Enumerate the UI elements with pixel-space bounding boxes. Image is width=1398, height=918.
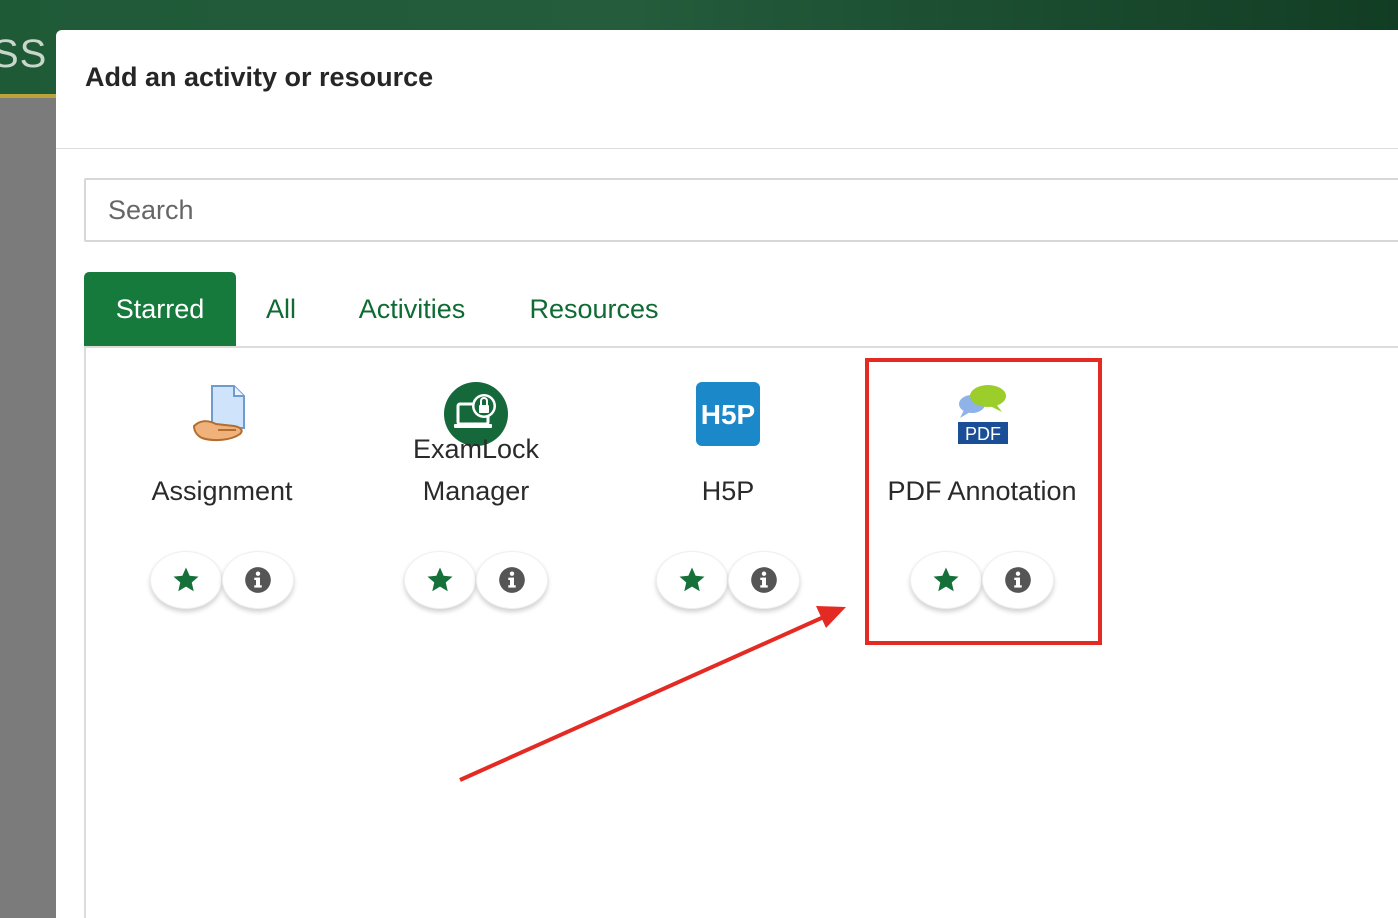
info-icon xyxy=(499,567,525,593)
highlight-box xyxy=(865,358,1102,645)
star-button[interactable] xyxy=(150,551,222,609)
activity-name-line1: ExamLock xyxy=(412,434,540,464)
star-icon xyxy=(679,567,705,592)
info-button[interactable] xyxy=(222,551,294,609)
tab-starred[interactable]: Starred xyxy=(84,272,236,346)
modal-title: Add an activity or resource xyxy=(85,62,434,92)
tab-all[interactable]: All xyxy=(250,272,312,346)
info-icon xyxy=(245,567,271,593)
star-icon xyxy=(173,567,199,592)
site-brand: SS xyxy=(0,32,48,76)
tab-bar: Starred All Activities Resources xyxy=(84,272,1398,348)
star-button[interactable] xyxy=(404,551,476,609)
activity-card-assignment[interactable]: Assignment xyxy=(102,346,342,646)
info-button[interactable] xyxy=(728,551,800,609)
star-icon xyxy=(427,567,453,592)
info-icon xyxy=(751,567,777,593)
activity-card-h5p[interactable]: H5P H5P xyxy=(608,346,848,646)
h5p-icon: H5P xyxy=(696,382,760,446)
activity-name-line2: Manager xyxy=(422,476,530,506)
search-input[interactable] xyxy=(84,178,1398,242)
activity-name: Assignment xyxy=(151,476,293,506)
assignment-icon xyxy=(190,382,254,446)
modal-backdrop xyxy=(0,98,56,918)
modal-header: Add an activity or resource xyxy=(56,30,1398,149)
h5p-logo-text: H5P xyxy=(701,399,755,430)
activity-name: H5P xyxy=(701,476,755,506)
activity-card-examlock-manager[interactable]: ExamLock Manager xyxy=(356,346,596,646)
activity-list: Assignment ExamLock Manager H5P H5P PDF … xyxy=(84,346,1398,918)
star-button[interactable] xyxy=(656,551,728,609)
tab-activities[interactable]: Activities xyxy=(346,272,478,346)
tab-resources[interactable]: Resources xyxy=(516,272,672,346)
info-button[interactable] xyxy=(476,551,548,609)
activity-chooser-dialog: Add an activity or resource Starred All … xyxy=(56,30,1398,918)
